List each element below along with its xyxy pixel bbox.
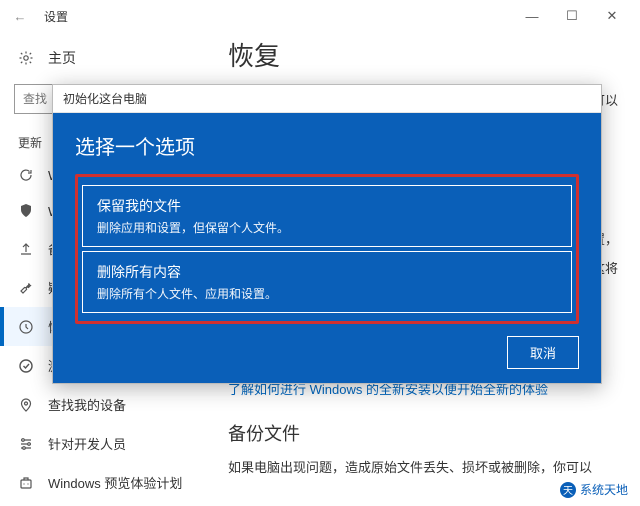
sidebar-home-label: 主页	[48, 48, 76, 68]
dialog-body: 选择一个选项 保留我的文件 删除应用和设置，但保留个人文件。 删除所有内容 删除…	[53, 113, 601, 383]
sidebar-item-developers[interactable]: 针对开发人员	[0, 424, 210, 463]
sidebar-item-label: 针对开发人员	[48, 434, 126, 453]
sidebar-item-insider[interactable]: Windows 预览体验计划	[0, 463, 210, 502]
option-title: 删除所有内容	[97, 262, 557, 282]
options-highlight: 保留我的文件 删除应用和设置，但保留个人文件。 删除所有内容 删除所有个人文件、…	[75, 174, 579, 324]
sidebar-item-find-device[interactable]: 查找我的设备	[0, 385, 210, 424]
dialog-title: 选择一个选项	[75, 131, 579, 160]
minimize-button[interactable]: —	[512, 2, 552, 30]
option-remove-everything[interactable]: 删除所有内容 删除所有个人文件、应用和设置。	[82, 251, 572, 313]
titlebar: ← 设置 — ☐ ✕	[0, 0, 640, 32]
option-title: 保留我的文件	[97, 196, 557, 216]
wrench-icon	[18, 280, 34, 296]
arrow-left-icon: ←	[14, 9, 27, 24]
option-desc: 删除所有个人文件、应用和设置。	[97, 285, 557, 302]
dialog-header: 初始化这台电脑	[53, 85, 601, 113]
sliders-icon	[18, 436, 34, 452]
option-desc: 删除应用和设置，但保留个人文件。	[97, 219, 557, 236]
window-title: 设置	[44, 8, 68, 25]
watermark-text: 系统天地	[580, 481, 628, 498]
history-icon	[18, 319, 34, 335]
sidebar-home[interactable]: 主页	[0, 40, 210, 76]
watermark-icon: 天	[560, 482, 576, 498]
close-button[interactable]: ✕	[592, 2, 632, 30]
option-keep-files[interactable]: 保留我的文件 删除应用和设置，但保留个人文件。	[82, 185, 572, 247]
dialog-footer: 取消	[75, 336, 579, 369]
location-icon	[18, 397, 34, 413]
maximize-button[interactable]: ☐	[552, 2, 592, 30]
page-title: 恢复	[228, 32, 622, 87]
gear-icon	[18, 50, 34, 66]
back-button[interactable]: ←	[8, 4, 32, 28]
shield-icon	[18, 203, 34, 219]
window-controls: — ☐ ✕	[512, 2, 632, 30]
section-heading-backup: 备份文件	[228, 414, 622, 454]
insider-icon	[18, 475, 34, 491]
watermark: 天 系统天地	[554, 479, 634, 500]
reset-pc-dialog: 初始化这台电脑 选择一个选项 保留我的文件 删除应用和设置，但保留个人文件。 删…	[52, 84, 602, 384]
check-icon	[18, 358, 34, 374]
cancel-button[interactable]: 取消	[507, 336, 579, 369]
sidebar-item-label: Windows 预览体验计划	[48, 473, 182, 492]
sync-icon	[18, 167, 34, 183]
sidebar-item-label: 查找我的设备	[48, 395, 126, 414]
upload-icon	[18, 241, 34, 257]
